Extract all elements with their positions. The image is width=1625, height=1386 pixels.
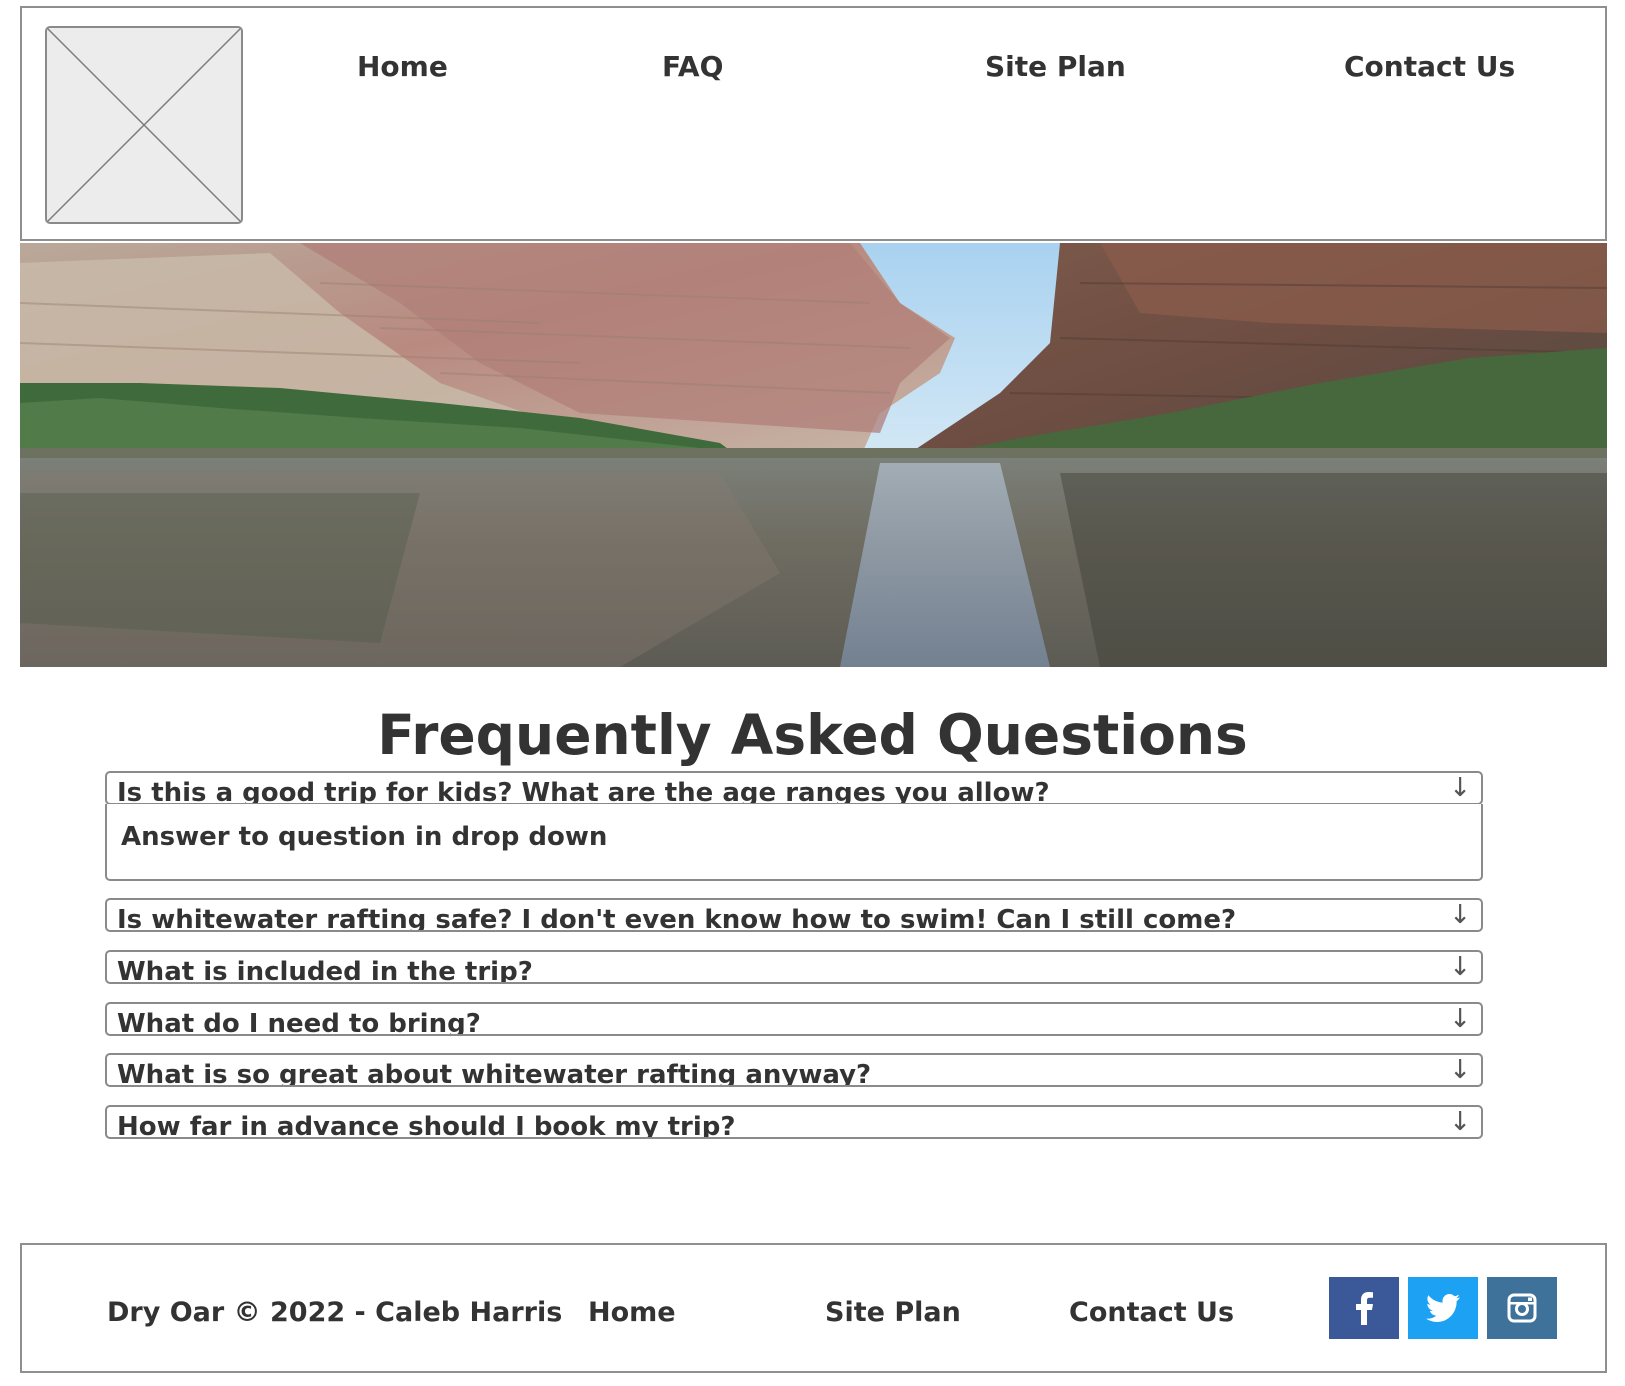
- faq-answer-panel: Answer to question in drop down: [105, 804, 1483, 881]
- faq-question-text: What is so great about whitewater raftin…: [117, 1060, 872, 1087]
- footer-home-link[interactable]: Home: [588, 1297, 676, 1328]
- faq-question-toggle[interactable]: Is whitewater rafting safe? I don't even…: [105, 898, 1483, 932]
- faq-question-toggle[interactable]: Is this a good trip for kids? What are t…: [105, 771, 1483, 805]
- footer-site-plan-link[interactable]: Site Plan: [825, 1297, 961, 1328]
- site-footer: Dry Oar © 2022 - Caleb Harris Home Site …: [20, 1243, 1607, 1373]
- faq-question-toggle[interactable]: What is so great about whitewater raftin…: [105, 1053, 1483, 1087]
- nav-faq-link[interactable]: FAQ: [662, 50, 723, 83]
- faq-question-toggle[interactable]: How far in advance should I book my trip…: [105, 1105, 1483, 1139]
- arrow-down-icon: ↓: [1449, 1004, 1471, 1034]
- twitter-icon: [1426, 1294, 1460, 1322]
- nav-home-link[interactable]: Home: [357, 50, 448, 83]
- image-placeholder-icon: [47, 28, 241, 222]
- instagram-button[interactable]: [1487, 1277, 1557, 1339]
- hero-canyon-river-image: [20, 243, 1607, 667]
- twitter-button[interactable]: [1408, 1277, 1478, 1339]
- faq-page-title: Frequently Asked Questions: [377, 703, 1248, 767]
- faq-question-text: What is included in the trip?: [117, 957, 533, 984]
- arrow-down-icon: ↓: [1449, 952, 1471, 982]
- facebook-button[interactable]: [1329, 1277, 1399, 1339]
- nav-site-plan-link[interactable]: Site Plan: [985, 50, 1126, 83]
- instagram-icon: [1507, 1293, 1537, 1323]
- faq-question-text: Is whitewater rafting safe? I don't even…: [117, 905, 1237, 932]
- logo-placeholder-image[interactable]: [45, 26, 243, 224]
- arrow-down-icon: ↓: [1449, 1055, 1471, 1085]
- footer-copyright: Dry Oar © 2022 - Caleb Harris: [107, 1297, 563, 1328]
- faq-question-text: How far in advance should I book my trip…: [117, 1112, 736, 1139]
- site-header: Home FAQ Site Plan Contact Us: [20, 6, 1607, 241]
- faq-question-toggle[interactable]: What do I need to bring? ↓: [105, 1002, 1483, 1036]
- footer-contact-us-link[interactable]: Contact Us: [1069, 1297, 1234, 1328]
- faq-question-toggle[interactable]: What is included in the trip? ↓: [105, 950, 1483, 984]
- arrow-down-icon: ↓: [1449, 900, 1471, 930]
- faq-question-text: Is this a good trip for kids? What are t…: [117, 778, 1050, 805]
- faq-question-text: What do I need to bring?: [117, 1009, 481, 1036]
- faq-answer-text: Answer to question in drop down: [121, 822, 608, 852]
- facebook-icon: [1356, 1292, 1373, 1325]
- arrow-down-icon: ↓: [1449, 773, 1471, 803]
- arrow-down-icon: ↓: [1449, 1107, 1471, 1137]
- nav-contact-us-link[interactable]: Contact Us: [1344, 50, 1515, 83]
